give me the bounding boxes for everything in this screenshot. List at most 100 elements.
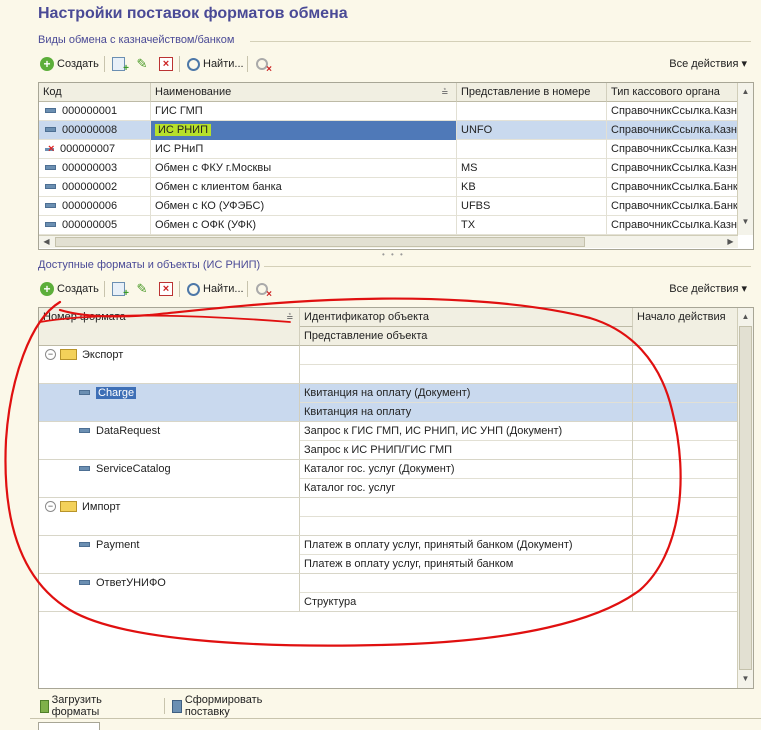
- collapse-icon[interactable]: −: [45, 348, 56, 360]
- item-icon: [79, 427, 90, 433]
- tree-row-export[interactable]: − Экспорт: [39, 346, 738, 384]
- item-icon: [45, 221, 56, 227]
- sort-icon: ⩮: [286, 311, 293, 323]
- item-icon: [45, 164, 56, 170]
- find-button[interactable]: Найти...: [187, 54, 244, 74]
- column-header-start-date[interactable]: Начало действия: [633, 308, 738, 346]
- delete-icon: ×: [159, 57, 173, 71]
- collapse-icon[interactable]: −: [45, 500, 56, 512]
- table-row[interactable]: 000000007 ИС РНиП СправочникСсылка.Казн: [39, 140, 738, 159]
- splitter-handle[interactable]: • • •: [382, 250, 405, 259]
- column-header-code[interactable]: Код: [39, 83, 151, 102]
- toolbar-separator: [179, 56, 180, 72]
- build-delivery-button[interactable]: Сформировать поставку: [172, 694, 267, 718]
- pencil-icon: ✎: [136, 281, 148, 296]
- column-header-object-id[interactable]: Идентификатор объекта: [300, 308, 633, 327]
- plus-icon: +: [40, 57, 54, 71]
- item-icon: [45, 107, 56, 113]
- tree-row-payment[interactable]: Payment Платеж в оплату услуг, принятый …: [39, 536, 738, 574]
- scroll-right-icon[interactable]: ▶: [723, 237, 738, 247]
- delete-format-button[interactable]: ×: [159, 279, 176, 299]
- search-icon: [187, 57, 200, 71]
- vertical-scrollbar[interactable]: ▲ ▼: [737, 308, 753, 688]
- create-button[interactable]: + Создать: [40, 54, 99, 74]
- scroll-left-icon[interactable]: ◀: [39, 237, 54, 247]
- column-header-object-repr[interactable]: Представление объекта: [300, 327, 633, 346]
- build-icon: [172, 699, 182, 713]
- plus-icon: +: [40, 282, 54, 296]
- toolbar-separator: [247, 281, 248, 297]
- exchange-types-table: Код Наименование ⩮ Представление в номер…: [38, 82, 754, 250]
- sort-icon: ⩮: [441, 86, 448, 98]
- toolbar-separator: [164, 698, 165, 714]
- table-row[interactable]: 000000003 Обмен с ФКУ г.Москвы MS Справо…: [39, 159, 738, 178]
- item-icon: [45, 202, 56, 208]
- delete-button[interactable]: ×: [159, 54, 176, 74]
- formats-tree-table: Номер формата ⩮ Идентификатор объекта Пр…: [38, 307, 754, 689]
- exchange-types-group-label: Виды обмена с казначейством/банком: [38, 34, 235, 46]
- copy-add-icon: [112, 282, 129, 299]
- folder-icon: [60, 500, 77, 512]
- toolbar-separator: [104, 281, 105, 297]
- table-row-selected[interactable]: 000000008 ИС РНИП UNFO СправочникСсылка.…: [39, 121, 738, 140]
- tree-row-otvet-unifo[interactable]: ОтветУНИФО Структура: [39, 574, 738, 612]
- pencil-icon: ✎: [136, 56, 148, 71]
- tree-row-charge[interactable]: Charge Квитанция на оплату (Документ) Кви…: [39, 384, 738, 422]
- toolbar-separator: [247, 56, 248, 72]
- table-row[interactable]: 000000001 ГИС ГМП СправочникСсылка.Казн: [39, 102, 738, 121]
- toolbar-separator: [179, 281, 180, 297]
- all-actions-menu[interactable]: Все действия ▾: [669, 57, 747, 70]
- group-divider: [264, 266, 751, 267]
- scrollbar-thumb[interactable]: [739, 326, 752, 670]
- bottom-toolbar: + Создать ✎ × Найти... Все действия ▾: [38, 279, 751, 301]
- toolbar-separator: [104, 56, 105, 72]
- copy-add-icon: [112, 57, 129, 74]
- table-row[interactable]: 000000005 Обмен с ОФК (УФК) TX Справочни…: [39, 216, 738, 235]
- clear-search-icon: [256, 283, 272, 300]
- tree-row-import[interactable]: − Импорт: [39, 498, 738, 536]
- horizontal-scrollbar[interactable]: ◀ ▶: [39, 235, 738, 248]
- item-icon: [79, 579, 90, 585]
- column-header-name[interactable]: Наименование ⩮: [151, 83, 457, 102]
- copy-button[interactable]: [112, 54, 129, 74]
- group-divider: [250, 41, 751, 42]
- load-icon: [40, 699, 49, 713]
- footer-divider: [30, 718, 761, 719]
- edit-button[interactable]: ✎: [135, 54, 152, 74]
- scroll-down-icon[interactable]: ▼: [738, 217, 753, 227]
- find-format-button[interactable]: Найти...: [187, 279, 244, 299]
- table-row[interactable]: 000000006 Обмен с КО (УФЭБС) UFBS Справо…: [39, 197, 738, 216]
- column-header-representation[interactable]: Представление в номере: [457, 83, 607, 102]
- column-header-cash-type[interactable]: Тип кассового органа: [607, 83, 738, 102]
- scroll-up-icon[interactable]: ▲: [738, 87, 753, 97]
- clear-format-search-button[interactable]: [256, 279, 272, 300]
- window-title: Настройки поставок форматов обмена: [38, 5, 348, 22]
- scrollbar-thumb[interactable]: [55, 237, 585, 247]
- highlighted-name: ИС РНИП: [155, 124, 211, 136]
- clear-search-button[interactable]: [256, 54, 272, 75]
- item-icon: [79, 541, 90, 547]
- item-icon: [79, 389, 90, 395]
- item-icon: [45, 126, 56, 132]
- all-actions-menu[interactable]: Все действия ▾: [669, 282, 747, 295]
- deleted-item-icon: [45, 144, 55, 155]
- clear-search-icon: [256, 58, 272, 75]
- scroll-up-icon[interactable]: ▲: [738, 312, 753, 322]
- copy-format-button[interactable]: [112, 279, 129, 299]
- column-header-format-number[interactable]: Номер формата ⩮: [39, 308, 300, 346]
- edit-format-button[interactable]: ✎: [135, 279, 152, 299]
- search-icon: [187, 282, 200, 296]
- item-icon: [79, 465, 90, 471]
- folder-icon: [60, 348, 77, 360]
- delete-icon: ×: [159, 282, 173, 296]
- table-row[interactable]: 000000002 Обмен с клиентом банка KB Спра…: [39, 178, 738, 197]
- create-format-button[interactable]: + Создать: [40, 279, 99, 299]
- load-formats-button[interactable]: Загрузить форматы: [40, 694, 107, 718]
- tree-row-datarequest[interactable]: DataRequest Запрос к ГИС ГМП, ИС РНИП, И…: [39, 422, 738, 460]
- scroll-down-icon[interactable]: ▼: [738, 674, 753, 684]
- tree-row-servicecatalog[interactable]: ServiceCatalog Каталог гос. услуг (Докум…: [39, 460, 738, 498]
- vertical-scrollbar[interactable]: ▲ ▼: [737, 83, 753, 235]
- item-icon: [45, 183, 56, 189]
- top-toolbar: + Создать ✎ × Найти... Все действия ▾: [38, 54, 751, 76]
- formats-group-label: Доступные форматы и объекты (ИС РНИП): [38, 259, 261, 271]
